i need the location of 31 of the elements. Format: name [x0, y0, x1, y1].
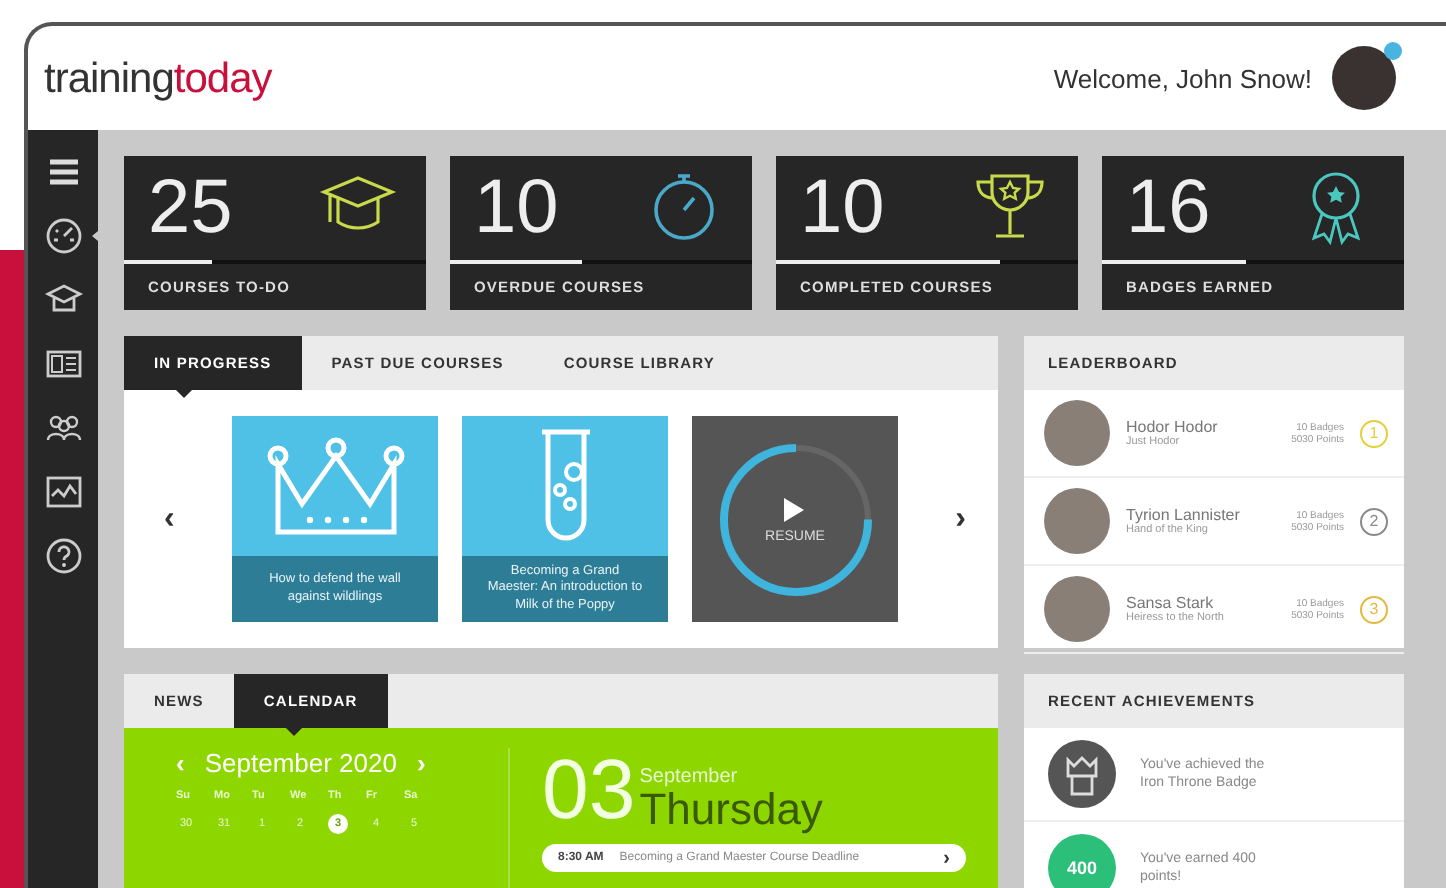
throne-badge-icon: [1048, 740, 1116, 808]
photo-placeholder: [1044, 400, 1110, 466]
play-icon: [782, 495, 807, 523]
medal: 2: [1360, 507, 1388, 535]
line-chart-icon[interactable]: [43, 472, 83, 512]
crown-icon: [265, 436, 405, 536]
stat-number: 16: [1126, 165, 1211, 251]
medal: 3: [1360, 595, 1388, 623]
points-badge: 400: [1048, 834, 1116, 888]
stat-number: 10: [474, 165, 559, 251]
help-icon[interactable]: [43, 536, 83, 576]
stat-number: 10: [800, 165, 885, 251]
welcome-text: Welcome, John Snow!: [1053, 63, 1312, 93]
logo: trainingtoday: [44, 56, 272, 104]
medal: 1: [1360, 419, 1388, 447]
person-name: Tyrion Lannister: [1126, 506, 1242, 524]
weekday-name: Thursday: [639, 788, 823, 832]
chevron-icon: ›: [943, 847, 950, 869]
next-arrow[interactable]: ›: [955, 501, 966, 537]
previous-arrow[interactable]: ‹: [164, 501, 175, 537]
notification-dot: [1384, 42, 1402, 60]
month-name: September: [639, 766, 740, 788]
stat-number: 25: [148, 165, 233, 251]
person-name: Sansa Stark: [1126, 594, 1216, 612]
photo-placeholder: [1044, 488, 1110, 554]
photo-placeholder: [1044, 576, 1110, 642]
day-number: 03: [542, 748, 636, 832]
person-name: Hodor Hodor: [1126, 418, 1220, 436]
avatar[interactable]: [1332, 46, 1396, 110]
gauge-icon[interactable]: [43, 216, 83, 256]
month-title: September 2020: [204, 748, 397, 778]
